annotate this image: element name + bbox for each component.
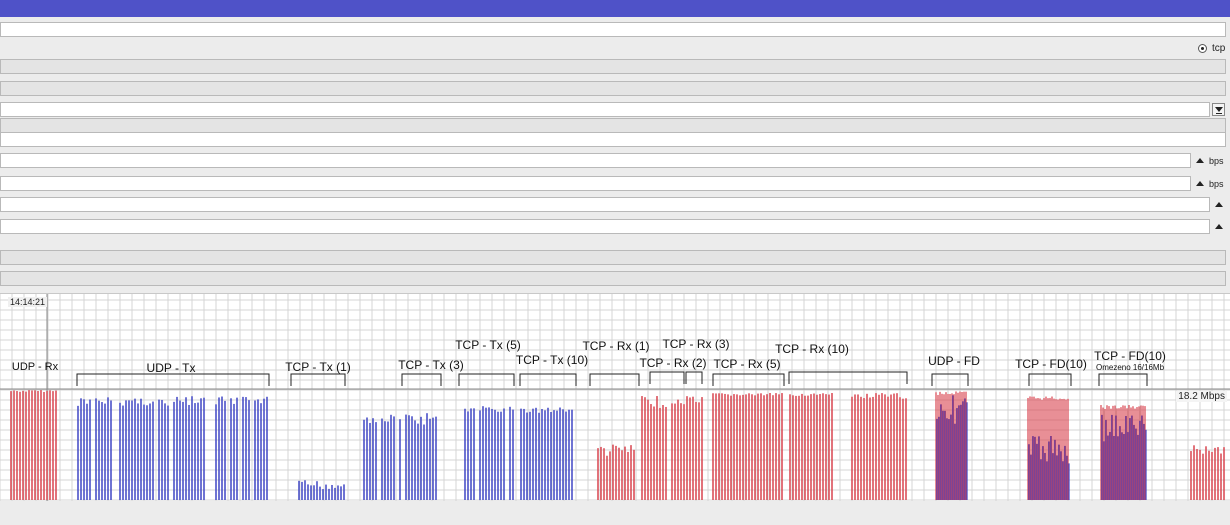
form-field-row-5 — [0, 118, 1226, 133]
form-field-row-9[interactable] — [0, 197, 1210, 212]
form-field-row-1[interactable] — [0, 22, 1226, 37]
annotation-tcp-rx-2: TCP - Rx (2) — [639, 356, 707, 370]
form-field-row-11 — [0, 250, 1226, 265]
triangle-up-icon[interactable] — [1196, 181, 1204, 186]
rate-field-2[interactable] — [0, 176, 1191, 191]
annotation-tcp-rx-10: TCP - Rx (10) — [775, 342, 849, 356]
triangle-up-icon[interactable] — [1215, 202, 1223, 207]
annotation-tcp-tx-1: TCP - Tx (1) — [285, 360, 351, 374]
form-field-row-10[interactable] — [0, 219, 1210, 234]
annotation-bracket — [685, 371, 703, 384]
form-dropdown-row[interactable] — [0, 102, 1210, 117]
graph-scale-label: 18.2 Mbps — [1176, 391, 1227, 402]
tcp-radio-label: tcp — [1212, 43, 1226, 54]
annotation-bracket — [649, 371, 685, 384]
annotation-note: Omezeno 16/16Mb — [1096, 363, 1165, 372]
annotation-tcp-fd-10-a: TCP - FD(10) — [1015, 357, 1087, 371]
annotation-tcp-tx-10: TCP - Tx (10) — [515, 353, 589, 367]
tcp-radio-button[interactable] — [1198, 44, 1207, 53]
annotation-tcp-rx-3: TCP - Rx (3) — [662, 337, 730, 351]
annotation-udp-tx: UDP - Tx — [146, 361, 196, 375]
form-field-row-2 — [0, 59, 1226, 74]
bandwidth-graph-svg — [0, 294, 1230, 502]
triangle-up-icon[interactable] — [1215, 224, 1223, 229]
rate-field-1[interactable] — [0, 153, 1191, 168]
annotation-tcp-tx-3: TCP - Tx (3) — [398, 358, 464, 372]
annotation-udp-fd: UDP - FD — [928, 354, 980, 368]
bandwidth-graph: 14:14:21 18.2 Mbps UDP - Rx UDP - Tx TCP… — [0, 293, 1230, 502]
form-field-row-6[interactable] — [0, 132, 1226, 147]
form-field-row-12 — [0, 271, 1226, 286]
chevron-down-icon[interactable] — [1212, 103, 1225, 116]
form-field-row-3 — [0, 81, 1226, 96]
annotation-tcp-tx-5: TCP - Tx (5) — [455, 338, 521, 352]
rate-unit-2: bps — [1209, 179, 1224, 189]
graph-time-label: 14:14:21 — [8, 297, 48, 307]
triangle-up-icon[interactable] — [1196, 158, 1204, 163]
status-strip — [0, 501, 1230, 525]
annotation-tcp-fd-10-b: TCP - FD(10) — [1094, 349, 1166, 363]
annotation-bracket — [788, 371, 908, 384]
annotation-tcp-rx-5: TCP - Rx (5) — [713, 357, 781, 371]
annotation-tcp-rx-1: TCP - Rx (1) — [582, 339, 650, 353]
window-title-bar — [0, 0, 1230, 17]
annotation-udp-rx: UDP - Rx — [11, 361, 59, 373]
rate-unit-1: bps — [1209, 156, 1224, 166]
